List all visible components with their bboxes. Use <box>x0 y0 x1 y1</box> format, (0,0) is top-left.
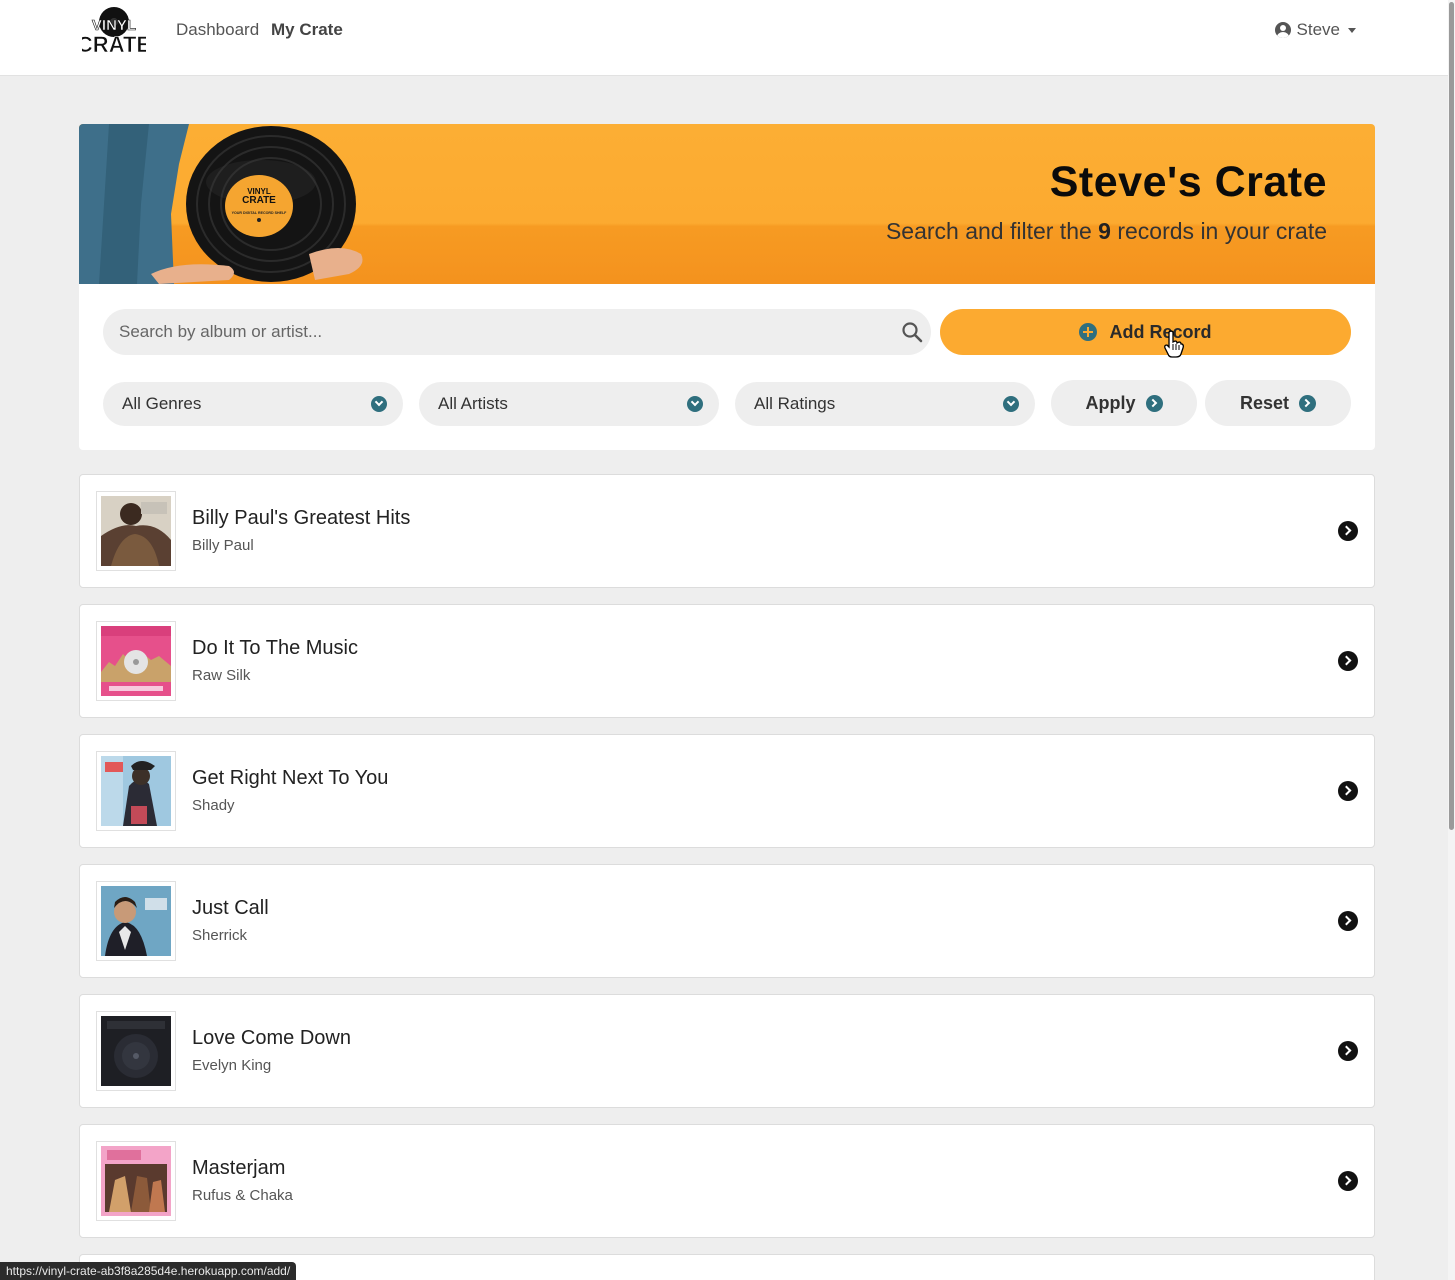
record-card[interactable]: Love Come Down Evelyn King <box>79 994 1375 1108</box>
subtitle-prefix: Search and filter the <box>885 218 1099 244</box>
hand-cursor-icon <box>1164 330 1184 358</box>
filter-panel: Add Record All Genres All Artists All Ra… <box>79 284 1375 450</box>
record-artist: Evelyn King <box>192 1057 272 1074</box>
album-cover-art <box>101 1146 171 1216</box>
artist-select-value: All Artists <box>438 394 508 413</box>
album-cover <box>96 881 176 961</box>
chevron-right-circle-icon[interactable] <box>1338 1041 1358 1061</box>
chevron-right-circle-icon[interactable] <box>1338 521 1358 541</box>
record-title[interactable]: Get Right Next To You <box>192 767 388 790</box>
record-artist: Sherrick <box>192 927 248 944</box>
album-cover-art <box>101 1016 171 1086</box>
record-artist: Rufus & Chaka <box>192 1187 293 1204</box>
genre-select-value: All Genres <box>122 394 202 413</box>
user-menu[interactable]: Steve <box>1274 20 1356 40</box>
scrollbar-thumb[interactable] <box>1449 2 1454 830</box>
record-label-line2: CRATE <box>242 195 276 206</box>
album-cover-art <box>101 626 171 696</box>
album-cover <box>96 621 176 701</box>
chevron-right-circle-icon[interactable] <box>1338 651 1358 671</box>
album-cover <box>96 491 176 571</box>
record-card[interactable]: Get Right Next To You Shady <box>79 734 1375 848</box>
vinyl-crate-logo[interactable]: VINYL CRATE <box>82 6 146 56</box>
chevron-right-circle-icon <box>1145 394 1163 412</box>
artist-select[interactable]: All Artists <box>419 382 719 426</box>
record-artist: Raw Silk <box>192 667 251 684</box>
nav-link-dashboard[interactable]: Dashboard <box>176 20 259 40</box>
search-box[interactable] <box>103 309 931 355</box>
crate-hero-banner: VINYL CRATE YOUR DIGITAL RECORD SHELF St… <box>79 124 1375 284</box>
rating-select[interactable]: All Ratings <box>735 382 1035 426</box>
user-name: Steve <box>1296 20 1340 39</box>
plus-circle-icon <box>1079 323 1098 341</box>
page-title: Steve's Crate <box>1049 158 1327 206</box>
record-title[interactable]: Love Come Down <box>192 1027 351 1050</box>
chevron-right-circle-icon[interactable] <box>1338 781 1358 801</box>
record-artist: Shady <box>192 797 235 814</box>
album-cover-art <box>101 496 171 566</box>
record-title[interactable]: Just Call <box>192 897 269 920</box>
chevron-right-circle-icon[interactable] <box>1338 911 1358 931</box>
chevron-right-circle-icon <box>1299 394 1317 412</box>
vinyl-record-illustration: VINYL CRATE YOUR DIGITAL RECORD SHELF <box>79 124 363 284</box>
caret-down-icon <box>1348 27 1356 33</box>
search-input[interactable] <box>119 309 879 355</box>
chevron-down-icon <box>371 396 387 412</box>
subtitle-suffix: records in your crate <box>1110 218 1327 244</box>
record-label-tagline: YOUR DIGITAL RECORD SHELF <box>232 211 288 215</box>
chevron-right-circle-icon[interactable] <box>1338 1171 1358 1191</box>
reset-label: Reset <box>1239 392 1290 413</box>
hero-subtitle: Search and filter the 9 records in your … <box>886 218 1327 245</box>
album-cover-art <box>101 886 171 956</box>
record-title[interactable]: Masterjam <box>192 1157 285 1180</box>
record-count: 9 <box>1098 218 1111 244</box>
record-card[interactable]: Just Call Sherrick <box>79 864 1375 978</box>
record-card[interactable]: Do It To The Music Raw Silk <box>79 604 1375 718</box>
search-icon[interactable] <box>901 321 923 343</box>
logo-text-bottom: CRATE <box>82 32 146 56</box>
record-title[interactable]: Billy Paul's Greatest Hits <box>192 507 410 530</box>
genre-select[interactable]: All Genres <box>103 382 403 426</box>
record-card[interactable]: Masterjam Rufus & Chaka <box>79 1124 1375 1238</box>
navbar: VINYL CRATE Dashboard My Crate Steve <box>0 0 1448 76</box>
album-cover <box>96 1011 176 1091</box>
nav-link-my-crate[interactable]: My Crate <box>271 20 343 40</box>
reset-button[interactable]: Reset <box>1205 380 1351 426</box>
record-title[interactable]: Do It To The Music <box>192 637 358 660</box>
record-card[interactable]: Billy Paul's Greatest Hits Billy Paul <box>79 474 1375 588</box>
rating-select-value: All Ratings <box>754 394 836 413</box>
album-cover <box>96 751 176 831</box>
apply-button[interactable]: Apply <box>1051 380 1197 426</box>
album-cover <box>96 1141 176 1221</box>
status-bar-url: https://vinyl-crate-ab3f8a285d4e.herokua… <box>0 1262 297 1280</box>
apply-label: Apply <box>1085 392 1136 413</box>
user-circle-icon <box>1274 22 1291 38</box>
chevron-down-icon <box>687 396 703 412</box>
album-cover-art <box>101 756 171 826</box>
add-record-label: Add Record <box>1109 321 1212 342</box>
page-scrollbar[interactable] <box>1448 0 1455 1280</box>
chevron-down-icon <box>1003 396 1019 412</box>
add-record-button[interactable]: Add Record <box>940 309 1351 355</box>
record-artist: Billy Paul <box>192 537 254 554</box>
